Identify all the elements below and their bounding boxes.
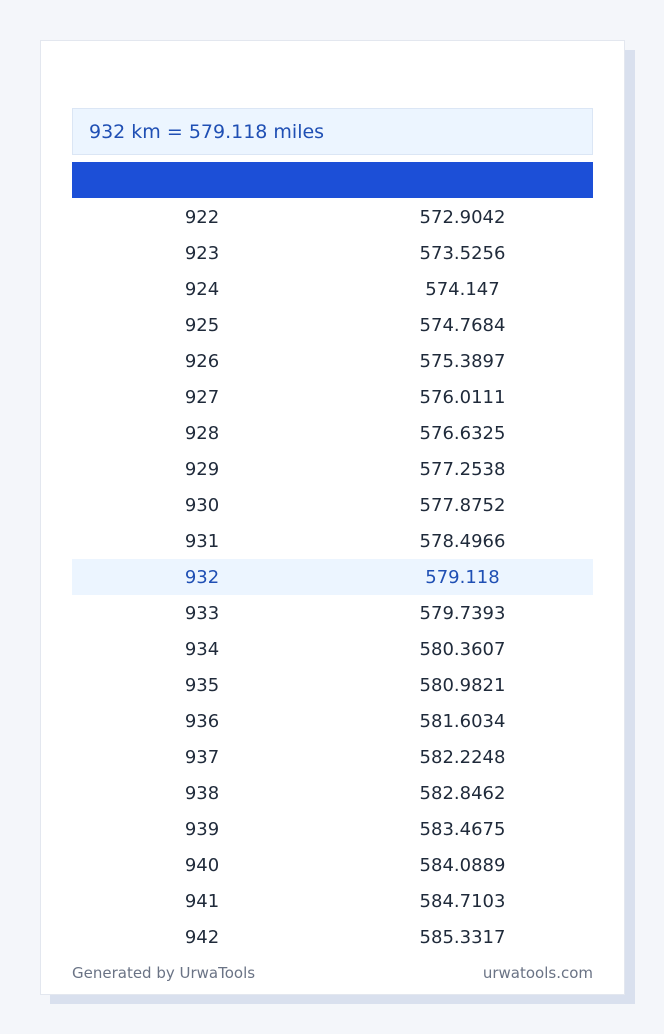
miles-cell: 584.0889 — [419, 854, 506, 876]
table-row: 923 573.5256 — [72, 235, 593, 271]
table-row: 938 582.8462 — [72, 775, 593, 811]
miles-cell: 577.2538 — [419, 458, 506, 480]
miles-cell: 573.5256 — [419, 242, 506, 264]
km-cell: 940 — [184, 854, 220, 876]
generated-by-text: Generated by UrwaTools — [72, 964, 256, 982]
miles-cell: 584.7103 — [419, 890, 506, 912]
km-cell: 924 — [184, 278, 220, 300]
km-cell: 927 — [184, 386, 220, 408]
table-row: 935 580.9821 — [72, 667, 593, 703]
miles-cell: 574.7684 — [419, 314, 506, 336]
miles-cell: 579.7393 — [419, 602, 506, 624]
km-cell: 929 — [184, 458, 220, 480]
km-cell: 928 — [184, 422, 220, 444]
conversion-result-text: 932 km = 579.118 miles — [89, 120, 325, 143]
km-cell: 936 — [184, 710, 220, 732]
miles-cell: 580.9821 — [419, 674, 506, 696]
km-cell: 939 — [184, 818, 220, 840]
miles-cell: 585.3317 — [419, 926, 506, 948]
table-row: 934 580.3607 — [72, 631, 593, 667]
miles-cell: 576.6325 — [419, 422, 506, 444]
km-cell: 941 — [184, 890, 220, 912]
site-link[interactable]: urwatools.com — [483, 964, 593, 982]
km-cell: 931 — [184, 530, 220, 552]
conversion-card: 932 km = 579.118 miles 922 572.9042 923 … — [40, 40, 625, 995]
miles-cell: 574.147 — [425, 278, 500, 300]
table-row: 941 584.7103 — [72, 883, 593, 919]
table-row: 933 579.7393 — [72, 595, 593, 631]
table-row: 942 585.3317 — [72, 919, 593, 955]
table-row: 922 572.9042 — [72, 199, 593, 235]
table-row: 937 582.2248 — [72, 739, 593, 775]
miles-cell: 576.0111 — [419, 386, 506, 408]
table-row: 929 577.2538 — [72, 451, 593, 487]
table-row: 936 581.6034 — [72, 703, 593, 739]
km-cell: 938 — [184, 782, 220, 804]
table-row-highlighted: 932 579.118 — [72, 559, 593, 595]
table-row: 925 574.7684 — [72, 307, 593, 343]
miles-cell: 578.4966 — [419, 530, 506, 552]
km-cell: 932 — [184, 566, 220, 588]
miles-cell: 582.2248 — [419, 746, 506, 768]
miles-cell: 575.3897 — [419, 350, 506, 372]
km-cell: 925 — [184, 314, 220, 336]
table-row: 940 584.0889 — [72, 847, 593, 883]
miles-cell: 583.4675 — [419, 818, 506, 840]
miles-cell: 579.118 — [425, 566, 500, 588]
km-cell: 934 — [184, 638, 220, 660]
km-cell: 926 — [184, 350, 220, 372]
km-cell: 937 — [184, 746, 220, 768]
conversion-result: 932 km = 579.118 miles — [72, 108, 593, 155]
table-header — [72, 162, 593, 198]
miles-cell: 577.8752 — [419, 494, 506, 516]
km-cell: 933 — [184, 602, 220, 624]
table-row: 927 576.0111 — [72, 379, 593, 415]
km-cell: 922 — [184, 206, 220, 228]
table-row: 928 576.6325 — [72, 415, 593, 451]
miles-cell: 572.9042 — [419, 206, 506, 228]
km-cell: 942 — [184, 926, 220, 948]
table-row: 924 574.147 — [72, 271, 593, 307]
table-row: 926 575.3897 — [72, 343, 593, 379]
km-cell: 930 — [184, 494, 220, 516]
km-cell: 935 — [184, 674, 220, 696]
table-row: 930 577.8752 — [72, 487, 593, 523]
miles-cell: 580.3607 — [419, 638, 506, 660]
footer: Generated by UrwaTools urwatools.com — [72, 964, 593, 982]
miles-cell: 582.8462 — [419, 782, 506, 804]
table-row: 931 578.4966 — [72, 523, 593, 559]
km-cell: 923 — [184, 242, 220, 264]
table-row: 939 583.4675 — [72, 811, 593, 847]
conversion-table: 922 572.9042 923 573.5256 924 574.147 92… — [72, 199, 593, 955]
miles-cell: 581.6034 — [419, 710, 506, 732]
